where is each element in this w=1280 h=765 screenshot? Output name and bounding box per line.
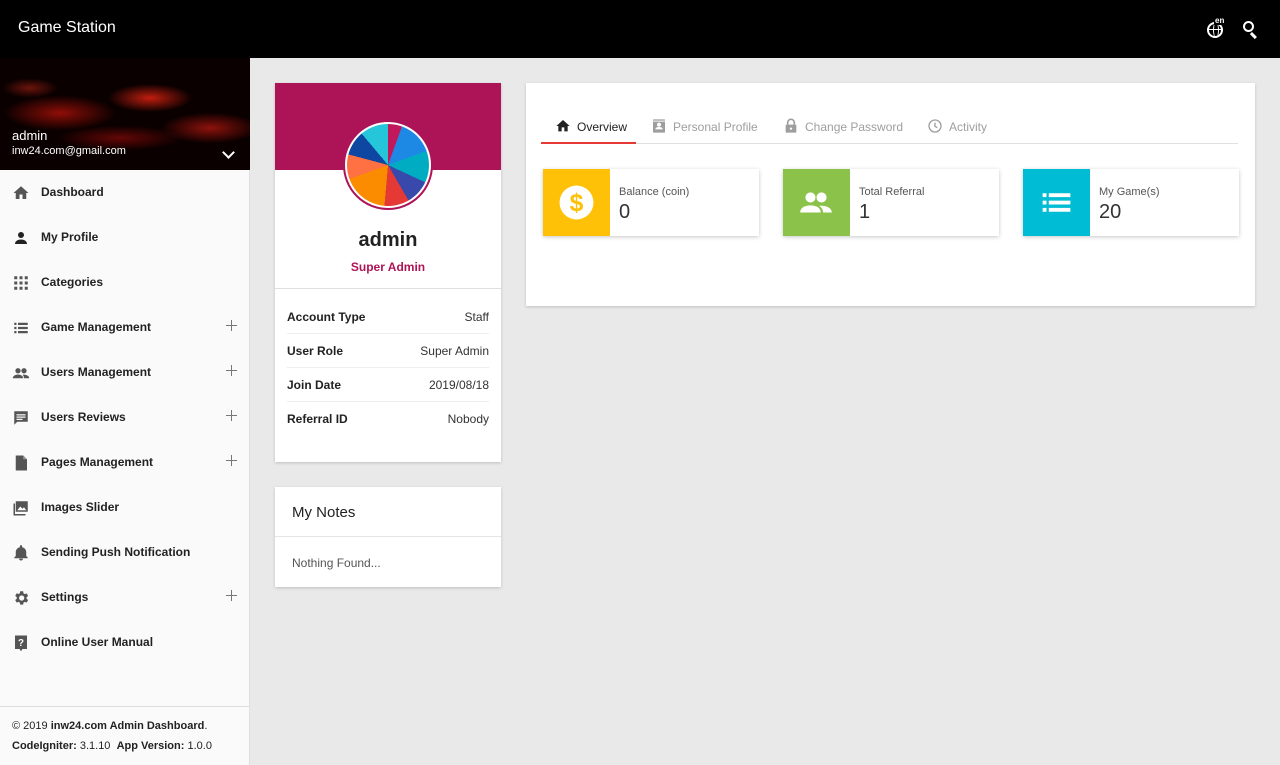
stat-card-total-referral: Total Referral 1 — [783, 169, 999, 236]
document-icon — [15, 455, 27, 471]
sidebar-item-label: Images Slider — [41, 500, 120, 514]
image-icon — [13, 501, 28, 516]
home-icon — [556, 120, 570, 132]
expand-plus-icon[interactable] — [226, 455, 237, 466]
sidebar-item-label: Game Management — [41, 320, 152, 334]
svg-text:?: ? — [18, 638, 24, 649]
tab-activity[interactable]: Activity — [926, 111, 1006, 144]
clock-icon — [928, 119, 942, 133]
user-email: inw24.com@gmail.com — [12, 145, 126, 157]
lock-icon — [785, 118, 797, 133]
detail-row: Referral ID Nobody — [287, 412, 489, 426]
sidebar-item-label: Users Reviews — [41, 410, 126, 424]
detail-row: Account Type Staff — [287, 300, 489, 334]
contact-card-icon — [653, 119, 665, 133]
app-version: 1.0.0 — [187, 740, 212, 752]
copyright-line: © 2019 inw24.com Admin Dashboard. — [12, 720, 208, 732]
sidebar-item-users-reviews[interactable]: Users Reviews — [0, 395, 250, 440]
notes-empty-text: Nothing Found... — [292, 556, 381, 570]
user-header[interactable]: admin inw24.com@gmail.com — [0, 58, 250, 170]
people-icon — [800, 192, 832, 213]
sidebar-item-label: Dashboard — [41, 185, 104, 199]
expand-plus-icon[interactable] — [226, 365, 237, 376]
sidebar-item-label: Users Management — [41, 365, 152, 379]
stat-card-my-games: My Game(s) 20 — [1023, 169, 1239, 236]
sidebar-item-label: Settings — [41, 590, 89, 604]
notes-card: My Notes Nothing Found... — [275, 487, 501, 587]
site-name: inw24.com Admin Dashboard — [50, 720, 205, 732]
expand-plus-icon[interactable] — [226, 590, 237, 601]
home-icon — [13, 186, 29, 199]
sidebar-item-settings[interactable]: Settings — [0, 575, 250, 620]
chevron-down-icon[interactable] — [222, 146, 235, 159]
svg-text:$: $ — [570, 190, 584, 217]
sidebar-item-game-management[interactable]: Game Management — [0, 305, 250, 350]
sidebar-item-my-profile[interactable]: My Profile — [0, 215, 250, 260]
chat-icon — [14, 411, 28, 425]
tab-change-password[interactable]: Change Password — [783, 111, 913, 144]
expand-plus-icon[interactable] — [226, 320, 237, 331]
gear-icon — [15, 591, 29, 605]
tab-overview[interactable]: Overview — [541, 111, 636, 144]
detail-row: User Role Super Admin — [287, 334, 489, 368]
person-icon — [15, 232, 27, 244]
framework-version: 3.1.10 — [79, 740, 111, 752]
stat-label: My Game(s) — [1099, 186, 1160, 198]
language-code: en — [1214, 16, 1226, 25]
profile-name: admin — [358, 229, 418, 251]
avatar — [343, 120, 433, 210]
dollar-icon: $ — [559, 185, 594, 220]
sidebar-footer: © 2019 inw24.com Admin Dashboard. CodeIg… — [0, 706, 249, 765]
sidebar-item-users-management[interactable]: Users Management — [0, 350, 250, 395]
stat-card-balance: $ Balance (coin) 0 — [543, 169, 759, 236]
sidebar-item-label: Categories — [41, 275, 104, 289]
bell-icon — [14, 545, 28, 561]
people-icon — [12, 368, 30, 379]
help-icon: ? — [15, 635, 27, 652]
stat-label: Total Referral — [859, 186, 925, 198]
sidebar-item-label: My Profile — [41, 230, 99, 244]
search-icon — [1243, 21, 1254, 32]
app-title[interactable]: Game Station — [18, 19, 116, 37]
detail-row: Join Date 2019/08/18 — [287, 368, 489, 402]
search-button[interactable] — [1243, 21, 1259, 39]
sidebar-item-online-user-manual[interactable]: ? Online User Manual — [0, 620, 250, 665]
profile-tabs: Overview Personal Profile Change Passwor… — [541, 111, 1238, 144]
sidebar-menu: Dashboard My Profile Categories Game Man… — [0, 170, 250, 665]
language-button[interactable]: en — [1205, 16, 1227, 40]
sidebar-item-label: Sending Push Notification — [41, 545, 191, 559]
sidebar-item-label: Online User Manual — [41, 635, 154, 649]
user-name: admin — [12, 128, 48, 143]
stat-value: 20 — [1099, 201, 1122, 223]
top-app-bar: Game Station en — [0, 0, 1280, 58]
tab-personal-profile[interactable]: Personal Profile — [651, 111, 771, 144]
overview-panel: Overview Personal Profile Change Passwor… — [526, 83, 1255, 306]
profile-role: Super Admin — [350, 260, 426, 274]
stat-label: Balance (coin) — [619, 186, 690, 198]
sidebar-item-label: Pages Management — [41, 455, 154, 469]
stat-value: 1 — [859, 201, 871, 223]
list-icon — [14, 322, 28, 334]
expand-plus-icon[interactable] — [226, 410, 237, 421]
sidebar-item-dashboard[interactable]: Dashboard — [0, 170, 250, 215]
stat-value: 0 — [619, 201, 631, 223]
grid-icon — [14, 276, 28, 290]
list-icon — [1042, 193, 1071, 212]
sidebar-item-pages-management[interactable]: Pages Management — [0, 440, 250, 485]
sidebar: admin inw24.com@gmail.com Dashboard My P… — [0, 58, 250, 765]
sidebar-item-images-slider[interactable]: Images Slider — [0, 485, 250, 530]
sidebar-item-push-notification[interactable]: Sending Push Notification — [0, 530, 250, 575]
profile-card: admin Super Admin Account Type Staff User… — [275, 83, 501, 462]
sidebar-item-categories[interactable]: Categories — [0, 260, 250, 305]
profile-details: Account Type Staff User Role Super Admin J… — [287, 300, 489, 436]
notes-title: My Notes — [292, 504, 356, 521]
version-line: CodeIgniter: 3.1.10 App Version: 1.0.0 — [12, 740, 212, 752]
